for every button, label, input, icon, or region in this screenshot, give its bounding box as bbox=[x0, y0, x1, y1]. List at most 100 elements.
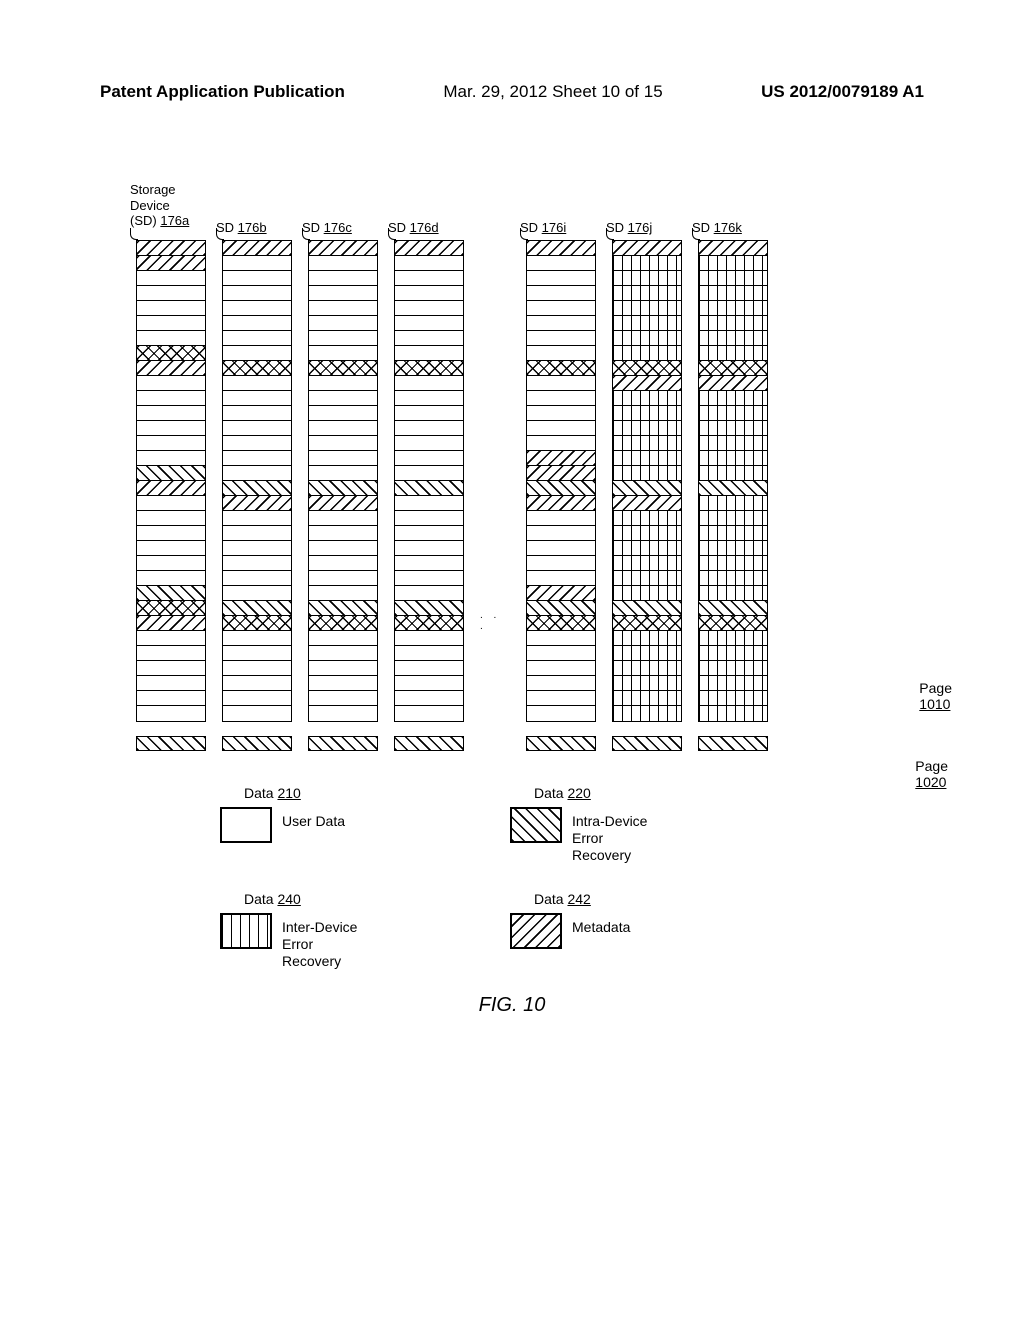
block-user bbox=[309, 556, 377, 571]
block-intra bbox=[699, 601, 767, 616]
block-user bbox=[527, 571, 595, 586]
legend-item-data-220: Data 220Intra-DeviceErrorRecovery bbox=[510, 807, 740, 863]
block-inter bbox=[699, 646, 767, 661]
block-user bbox=[137, 406, 205, 421]
legend-text: Metadata bbox=[572, 913, 630, 936]
block-cross bbox=[137, 346, 205, 361]
block-user bbox=[309, 316, 377, 331]
block-meta bbox=[223, 241, 291, 256]
block-inter bbox=[699, 301, 767, 316]
block-user bbox=[395, 571, 463, 586]
block-intra bbox=[309, 601, 377, 616]
block-user bbox=[309, 331, 377, 346]
block-inter bbox=[699, 526, 767, 541]
block-intra-detached bbox=[394, 736, 464, 751]
block-user bbox=[527, 421, 595, 436]
block-user bbox=[527, 631, 595, 646]
block-meta bbox=[527, 241, 595, 256]
block-user bbox=[527, 541, 595, 556]
device-ref: 176k bbox=[714, 220, 742, 235]
legend: Data 210User DataData 220Intra-DeviceErr… bbox=[100, 807, 740, 970]
block-user bbox=[527, 331, 595, 346]
block-intra-detached bbox=[612, 736, 682, 751]
block-inter bbox=[699, 496, 767, 511]
block-user bbox=[223, 406, 291, 421]
block-user bbox=[137, 631, 205, 646]
block-intra-detached bbox=[222, 736, 292, 751]
block-inter bbox=[613, 676, 681, 691]
block-meta bbox=[395, 241, 463, 256]
block-intra bbox=[613, 601, 681, 616]
block-user bbox=[137, 661, 205, 676]
block-intra bbox=[613, 481, 681, 496]
block-user bbox=[527, 406, 595, 421]
block-user bbox=[395, 301, 463, 316]
block-inter bbox=[613, 466, 681, 481]
block-intra bbox=[223, 601, 291, 616]
block-inter bbox=[613, 286, 681, 301]
storage-devices-row: StorageDevice(SD) 176aSD 176bSD 176cSD 1… bbox=[100, 240, 924, 751]
block-inter bbox=[699, 256, 767, 271]
block-user bbox=[395, 586, 463, 601]
storage-device-176d: SD 176d bbox=[394, 240, 464, 751]
block-meta bbox=[527, 496, 595, 511]
storage-device-176a: StorageDevice(SD) 176a bbox=[136, 240, 206, 751]
block-intra-detached bbox=[526, 736, 596, 751]
block-user bbox=[137, 511, 205, 526]
block-inter bbox=[613, 526, 681, 541]
device-label-device: Device bbox=[130, 198, 220, 214]
legend-item-data-240: Data 240Inter-DeviceErrorRecovery bbox=[220, 913, 450, 969]
legend-ref: 210 bbox=[277, 785, 300, 801]
block-inter bbox=[613, 316, 681, 331]
block-user bbox=[223, 586, 291, 601]
block-user bbox=[395, 331, 463, 346]
block-cross bbox=[613, 361, 681, 376]
block-user bbox=[395, 316, 463, 331]
block-user bbox=[527, 691, 595, 706]
device-label-176a: StorageDevice(SD) 176a bbox=[130, 182, 220, 229]
block-user bbox=[395, 661, 463, 676]
storage-device-176i: SD 176i bbox=[526, 240, 596, 751]
block-user bbox=[527, 286, 595, 301]
legend-top-label: Data 220 bbox=[534, 785, 591, 801]
callout-page-1010: Page 1010 bbox=[919, 680, 952, 712]
block-intra bbox=[137, 586, 205, 601]
device-stack bbox=[222, 240, 292, 722]
block-user bbox=[395, 646, 463, 661]
block-user bbox=[223, 391, 291, 406]
block-inter bbox=[699, 421, 767, 436]
label-connector bbox=[692, 228, 700, 240]
block-user bbox=[223, 646, 291, 661]
block-user bbox=[309, 511, 377, 526]
block-intra bbox=[395, 481, 463, 496]
block-user bbox=[395, 631, 463, 646]
block-meta bbox=[527, 451, 595, 466]
block-cross bbox=[309, 361, 377, 376]
pub-number: US 2012/0079189 A1 bbox=[761, 82, 924, 102]
block-user bbox=[309, 391, 377, 406]
callout-page-1020: Page 1020 bbox=[915, 758, 948, 790]
block-cross bbox=[395, 616, 463, 631]
block-user bbox=[395, 376, 463, 391]
block-user bbox=[309, 256, 377, 271]
block-user bbox=[527, 346, 595, 361]
block-meta bbox=[613, 496, 681, 511]
block-inter bbox=[699, 661, 767, 676]
block-user bbox=[223, 556, 291, 571]
block-inter bbox=[613, 271, 681, 286]
block-inter bbox=[613, 661, 681, 676]
block-user bbox=[137, 556, 205, 571]
block-user bbox=[223, 271, 291, 286]
block-inter bbox=[613, 586, 681, 601]
block-user bbox=[395, 451, 463, 466]
block-user bbox=[137, 526, 205, 541]
block-user bbox=[395, 421, 463, 436]
block-user bbox=[309, 631, 377, 646]
legend-text: User Data bbox=[282, 807, 345, 830]
block-cross bbox=[527, 616, 595, 631]
block-user bbox=[223, 691, 291, 706]
page-header: Patent Application Publication Mar. 29, … bbox=[0, 82, 1024, 102]
block-user bbox=[527, 376, 595, 391]
block-user bbox=[223, 301, 291, 316]
device-ref: 176b bbox=[238, 220, 267, 235]
